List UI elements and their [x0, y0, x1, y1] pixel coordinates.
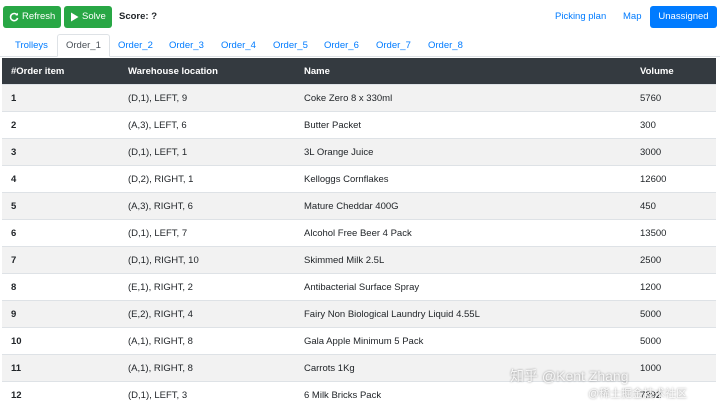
item-name: Mature Cheddar 400G — [304, 200, 399, 212]
map-link[interactable]: Map — [623, 6, 641, 28]
column-header-volume: Volume — [640, 65, 674, 77]
order-item-number: 11 — [11, 362, 22, 374]
table-row: 4 (D,2), RIGHT, 1 Kelloggs Cornflakes 12… — [2, 165, 716, 192]
item-volume: 5000 — [640, 308, 662, 320]
item-name: Alcohol Free Beer 4 Pack — [304, 227, 412, 239]
column-header-warehouse-location: Warehouse location — [128, 65, 218, 77]
tab-order-1[interactable]: Order_1 — [57, 34, 110, 57]
order-item-number: 3 — [11, 146, 17, 158]
order-item-number: 4 — [11, 173, 17, 185]
item-volume: 13500 — [640, 227, 667, 239]
order-item-number: 8 — [11, 281, 17, 293]
order-item-number: 5 — [11, 200, 17, 212]
refresh-label: Refresh — [22, 11, 56, 22]
table-header: #Order item Warehouse location Name Volu… — [2, 58, 716, 84]
warehouse-location: (A,3), LEFT, 6 — [128, 119, 187, 131]
table-row: 8 (E,1), RIGHT, 2 Antibacterial Surface … — [2, 273, 716, 300]
unassigned-button[interactable]: Unassigned — [650, 6, 717, 28]
order-items-table: #Order item Warehouse location Name Volu… — [2, 58, 716, 408]
item-volume: 1200 — [640, 281, 662, 293]
table-row: 9 (E,2), RIGHT, 4 Fairy Non Biological L… — [2, 300, 716, 327]
item-volume: 1000 — [640, 362, 662, 374]
tab-order-7[interactable]: Order_7 — [367, 34, 420, 57]
picking-plan-link[interactable]: Picking plan — [555, 6, 606, 28]
item-name: Skimmed Milk 2.5L — [304, 254, 385, 266]
tab-order-4[interactable]: Order_4 — [212, 34, 265, 57]
order-item-number: 2 — [11, 119, 17, 131]
item-volume: 12600 — [640, 173, 667, 185]
item-name: Fairy Non Biological Laundry Liquid 4.55… — [304, 308, 480, 320]
item-name: Kelloggs Cornflakes — [304, 173, 389, 185]
table-row: 3 (D,1), LEFT, 1 3L Orange Juice 3000 — [2, 138, 716, 165]
item-name: Butter Packet — [304, 119, 362, 131]
table-row: 1 (D,1), LEFT, 9 Coke Zero 8 x 330ml 576… — [2, 84, 716, 111]
warehouse-location: (E,2), RIGHT, 4 — [128, 308, 193, 320]
watermark-zhihu: 知乎 @Kent Zhang — [510, 368, 629, 384]
order-item-number: 6 — [11, 227, 17, 239]
tab-order-2[interactable]: Order_2 — [109, 34, 162, 57]
table-row: 2 (A,3), LEFT, 6 Butter Packet 300 — [2, 111, 716, 138]
item-name: Coke Zero 8 x 330ml — [304, 92, 393, 104]
solve-button[interactable]: Solve — [64, 6, 112, 28]
refresh-icon — [9, 12, 19, 22]
item-name: Carrots 1Kg — [304, 362, 355, 374]
tab-order-3[interactable]: Order_3 — [160, 34, 213, 57]
tab-order-8[interactable]: Order_8 — [419, 34, 472, 57]
table-row: 6 (D,1), LEFT, 7 Alcohol Free Beer 4 Pac… — [2, 219, 716, 246]
order-item-number: 9 — [11, 308, 17, 320]
table-row: 10 (A,1), RIGHT, 8 Gala Apple Minimum 5 … — [2, 327, 716, 354]
warehouse-location: (D,1), LEFT, 9 — [128, 92, 188, 104]
item-name: 3L Orange Juice — [304, 146, 374, 158]
tab-order-6[interactable]: Order_6 — [315, 34, 368, 57]
order-tabs: Trolleys Order_1 Order_2 Order_3 Order_4… — [0, 34, 720, 57]
score-label: Score: ? — [119, 11, 158, 22]
item-volume: 5000 — [640, 335, 662, 347]
warehouse-location: (E,1), RIGHT, 2 — [128, 281, 193, 293]
warehouse-location: (D,1), LEFT, 3 — [128, 389, 188, 401]
order-item-number: 12 — [11, 389, 22, 401]
item-name: Gala Apple Minimum 5 Pack — [304, 335, 424, 347]
toolbar: Refresh Solve Score: ? Picking plan Map … — [0, 0, 720, 34]
table-row: 7 (D,1), RIGHT, 10 Skimmed Milk 2.5L 250… — [2, 246, 716, 273]
refresh-button[interactable]: Refresh — [3, 6, 62, 28]
play-icon — [70, 12, 79, 22]
warehouse-location: (D,1), LEFT, 7 — [128, 227, 188, 239]
warehouse-location: (D,1), RIGHT, 10 — [128, 254, 199, 266]
order-item-number: 1 — [11, 92, 17, 104]
tab-trolleys[interactable]: Trolleys — [6, 34, 57, 57]
item-volume: 2500 — [640, 254, 662, 266]
item-volume: 3000 — [640, 146, 662, 158]
item-volume: 5760 — [640, 92, 662, 104]
table-row: 5 (A,3), RIGHT, 6 Mature Cheddar 400G 45… — [2, 192, 716, 219]
item-volume: 300 — [640, 119, 656, 131]
column-header-name: Name — [304, 65, 330, 77]
item-volume: 450 — [640, 200, 656, 212]
item-name: 6 Milk Bricks Pack — [304, 389, 382, 401]
order-item-number: 10 — [11, 335, 22, 347]
warehouse-location: (A,3), RIGHT, 6 — [128, 200, 193, 212]
item-name: Antibacterial Surface Spray — [304, 281, 420, 293]
warehouse-location: (D,2), RIGHT, 1 — [128, 173, 194, 185]
order-item-number: 7 — [11, 254, 17, 266]
warehouse-location: (A,1), RIGHT, 8 — [128, 362, 193, 374]
column-header-order-item: #Order item — [11, 65, 65, 77]
solve-label: Solve — [82, 11, 106, 22]
warehouse-location: (A,1), RIGHT, 8 — [128, 335, 193, 347]
tab-order-5[interactable]: Order_5 — [264, 34, 317, 57]
watermark-juejin: @稀土掘金技术社区 — [588, 388, 688, 400]
warehouse-location: (D,1), LEFT, 1 — [128, 146, 188, 158]
